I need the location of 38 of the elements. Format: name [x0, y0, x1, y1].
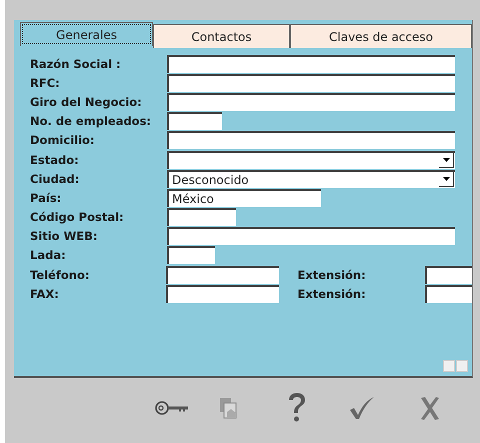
input-field[interactable]	[167, 74, 455, 92]
input-field[interactable]: México	[167, 188, 321, 207]
input-field[interactable]	[167, 208, 236, 226]
dropdown-arrow-icon[interactable]	[439, 172, 454, 188]
field-label: Extensión:	[297, 268, 367, 282]
input-field[interactable]	[167, 54, 455, 73]
field-label: Giro del Negocio:	[30, 94, 143, 109]
field-label: Ciudad:	[30, 172, 80, 186]
field-label: Lada:	[30, 248, 67, 262]
input-field[interactable]	[167, 246, 215, 264]
field-label: Sitio WEB:	[30, 229, 98, 244]
dropdown[interactable]: Desconocido	[167, 170, 455, 188]
tab[interactable]: Generales	[20, 22, 153, 46]
field-label: Código Postal:	[30, 210, 125, 224]
input-field[interactable]	[167, 131, 455, 150]
checkmark-icon[interactable]	[349, 396, 375, 420]
input-field[interactable]	[166, 266, 280, 284]
field-label: Razón Social :	[30, 56, 122, 71]
input-field[interactable]	[425, 266, 472, 284]
key-icon[interactable]	[155, 400, 191, 416]
input-field[interactable]	[166, 284, 280, 303]
field-label: País:	[30, 190, 62, 205]
tab[interactable]: Contactos	[153, 24, 290, 48]
dropdown-arrow-icon[interactable]	[439, 153, 454, 168]
field-label: No. de empleados:	[30, 114, 152, 128]
field-label: FAX:	[30, 286, 60, 301]
field-label: Extensión:	[297, 286, 367, 301]
field-label: RFC:	[30, 76, 61, 90]
close-icon[interactable]	[419, 396, 441, 420]
field-label: Domicilio:	[30, 133, 96, 148]
input-field[interactable]	[167, 112, 222, 130]
dropdown[interactable]	[167, 150, 455, 169]
input-field[interactable]	[167, 92, 455, 111]
tab[interactable]: Claves de acceso	[290, 24, 472, 48]
input-field[interactable]	[167, 227, 455, 246]
field-label: Teléfono:	[30, 268, 90, 282]
input-field[interactable]	[425, 284, 472, 303]
field-label: Estado:	[30, 152, 80, 167]
